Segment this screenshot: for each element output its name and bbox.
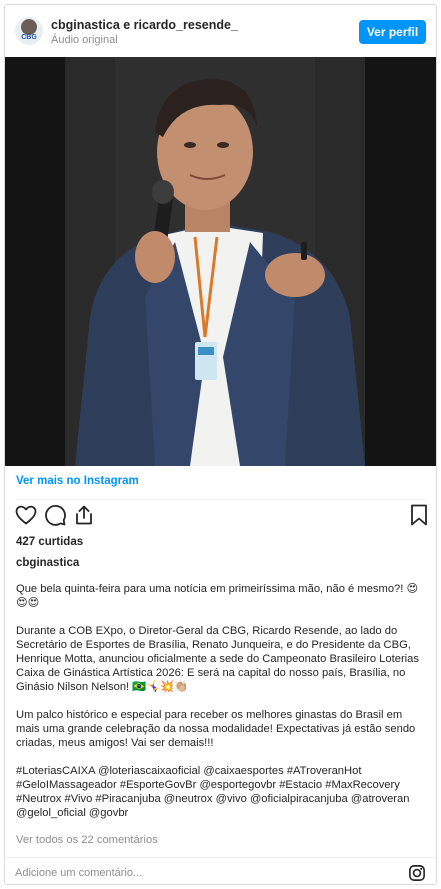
avatar-logo-text: CBG [21,34,37,41]
caption-paragraph: Durante a COB EXpo, o Diretor-Geral da C… [16,625,419,693]
caption-hashtags[interactable]: #LoteriasCAIXA @loteriascaixaoficial @ca… [16,764,426,820]
post-photo-illustration [5,57,436,466]
audio-label[interactable]: Áudio original [51,34,118,46]
share-icon[interactable] [72,503,96,527]
post-owner-username[interactable]: cbginastica [16,557,79,569]
bookmark-icon[interactable] [407,503,431,527]
divider [16,499,427,500]
post-header: CBG cbginastica e ricardo_resende_ Áudio… [5,5,436,57]
avatar-photo [21,19,37,35]
likes-count[interactable]: 427 curtidas [16,536,83,548]
post-image[interactable] [5,57,436,466]
post-actions [5,503,436,531]
comment-input[interactable] [15,864,395,882]
instagram-embed-card: CBG cbginastica e ricardo_resende_ Áudio… [4,4,437,885]
comment-icon[interactable] [43,503,67,527]
view-more-on-instagram-link[interactable]: Ver mais no Instagram [16,475,139,487]
avatar[interactable]: CBG [15,17,43,45]
post-caption: Que bela quinta-feira para uma notícia e… [16,582,426,834]
username[interactable]: cbginastica e ricardo_resende_ [51,18,238,32]
heart-icon[interactable] [14,503,38,527]
caption-paragraph: Um palco histórico e especial para receb… [16,709,416,749]
view-profile-button[interactable]: Ver perfil [359,20,426,44]
instagram-icon[interactable] [408,864,426,882]
add-comment-bar [5,857,436,884]
view-all-comments-link[interactable]: Ver todos os 22 comentários [16,834,158,846]
caption-paragraph: Que bela quinta-feira para uma notícia e… [16,583,419,609]
